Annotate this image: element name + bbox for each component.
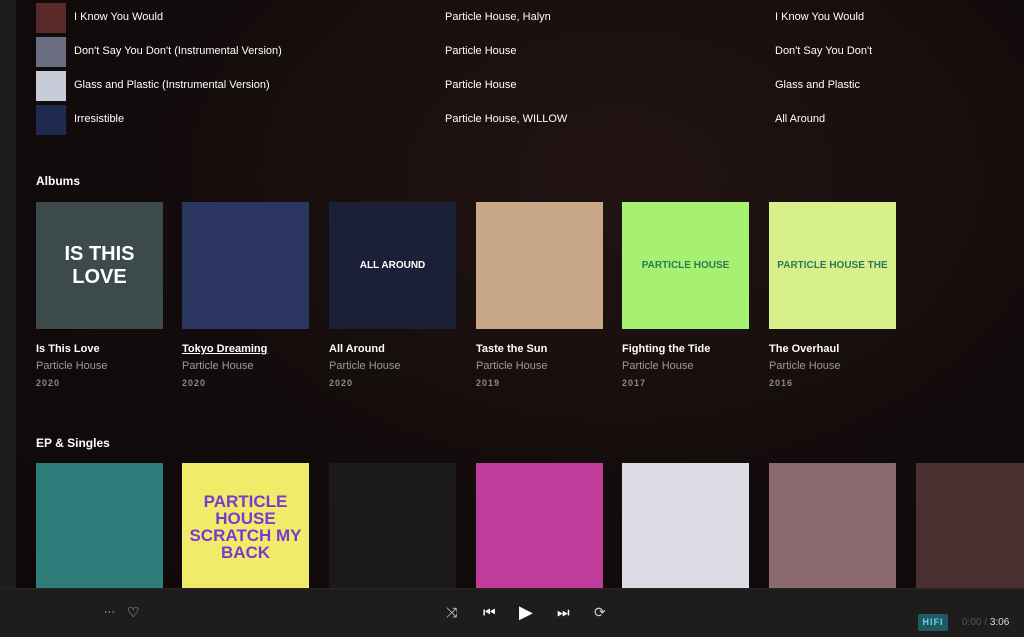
favorite-heart-icon[interactable]: ♡ xyxy=(127,602,140,622)
track-row[interactable]: I Know You Would Particle House, Halyn I… xyxy=(36,3,996,33)
album-title[interactable]: Tokyo Dreaming xyxy=(182,343,309,355)
album-artist[interactable]: Particle House xyxy=(182,360,309,372)
album-cover[interactable] xyxy=(182,202,309,329)
ep-card[interactable] xyxy=(36,463,163,588)
ep-cover[interactable]: PARTICLE HOUSE SCRATCH MY BACK xyxy=(182,463,309,588)
track-album[interactable]: Glass and Plastic xyxy=(775,79,860,91)
ep-cover[interactable] xyxy=(476,463,603,588)
playback-time: 0:00 / 3:06 xyxy=(962,617,1009,628)
album-title[interactable]: All Around xyxy=(329,343,456,355)
album-artist[interactable]: Particle House xyxy=(622,360,749,372)
ep-cover[interactable] xyxy=(916,463,1024,588)
sidebar xyxy=(0,0,16,588)
album-year: 2016 xyxy=(769,378,794,388)
track-thumbnail xyxy=(36,71,66,101)
track-title[interactable]: Glass and Plastic (Instrumental Version) xyxy=(74,79,270,91)
album-year: 2017 xyxy=(622,378,647,388)
album-artist[interactable]: Particle House xyxy=(329,360,456,372)
album-cover[interactable]: ALL AROUND xyxy=(329,202,456,329)
ep-cover[interactable] xyxy=(36,463,163,588)
track-title[interactable]: I Know You Would xyxy=(74,11,163,23)
album-card[interactable]: Taste the Sun Particle House 2019 xyxy=(476,202,603,388)
track-thumbnail xyxy=(36,105,66,135)
track-artist[interactable]: Particle House, Halyn xyxy=(445,11,551,23)
track-album[interactable]: Don't Say You Don't xyxy=(775,45,872,57)
shuffle-icon[interactable]: ⤨ xyxy=(446,602,457,622)
album-title[interactable]: The Overhaul xyxy=(769,343,896,355)
album-card[interactable]: Tokyo Dreaming Particle House 2020 xyxy=(182,202,309,388)
track-row[interactable]: Glass and Plastic (Instrumental Version)… xyxy=(36,71,996,101)
album-card[interactable]: PARTICLE HOUSE THE The Overhaul Particle… xyxy=(769,202,896,388)
album-year: 2020 xyxy=(36,378,61,388)
track-thumbnail xyxy=(36,37,66,67)
ep-card[interactable] xyxy=(329,463,456,588)
album-year: 2019 xyxy=(476,378,501,388)
track-title[interactable]: Irresistible xyxy=(74,113,124,125)
cover-art-text: PARTICLE HOUSE SCRATCH MY BACK xyxy=(189,491,302,562)
elapsed-time: 0:00 xyxy=(962,617,982,628)
track-artist[interactable]: Particle House xyxy=(445,45,517,57)
track-album[interactable]: I Know You Would xyxy=(775,11,864,23)
ep-cover[interactable] xyxy=(622,463,749,588)
more-options-button[interactable]: ··· xyxy=(104,602,115,622)
track-row[interactable]: Irresistible Particle House, WILLOW All … xyxy=(36,105,996,135)
album-year: 2020 xyxy=(182,378,207,388)
album-title[interactable]: Is This Love xyxy=(36,343,163,355)
track-artist[interactable]: Particle House xyxy=(445,79,517,91)
track-artist[interactable]: Particle House, WILLOW xyxy=(445,113,567,125)
cover-art-text: ALL AROUND xyxy=(359,260,426,271)
time-separator: / xyxy=(984,617,988,628)
album-artist[interactable]: Particle House xyxy=(476,360,603,372)
cover-art-text: PARTICLE HOUSE THE xyxy=(777,260,888,271)
track-album[interactable]: All Around xyxy=(775,113,825,125)
album-cover[interactable]: IS THIS LOVE xyxy=(36,202,163,329)
ep-card[interactable] xyxy=(916,463,1024,588)
eps-heading: EP & Singles xyxy=(36,436,110,450)
album-artist[interactable]: Particle House xyxy=(36,360,163,372)
album-cover[interactable] xyxy=(476,202,603,329)
play-icon[interactable]: ▶ xyxy=(519,602,533,622)
ep-cover[interactable] xyxy=(769,463,896,588)
album-artist[interactable]: Particle House xyxy=(769,360,896,372)
cover-art-text: PARTICLE HOUSE xyxy=(641,260,730,271)
album-card[interactable]: PARTICLE HOUSE Fighting the Tide Particl… xyxy=(622,202,749,388)
ep-card[interactable]: PARTICLE HOUSE SCRATCH MY BACK xyxy=(182,463,309,588)
track-row[interactable]: Don't Say You Don't (Instrumental Versio… xyxy=(36,37,996,67)
album-card[interactable]: ALL AROUND All Around Particle House 202… xyxy=(329,202,456,388)
track-thumbnail xyxy=(36,3,66,33)
quality-badge[interactable]: HIFI xyxy=(918,614,948,631)
albums-heading: Albums xyxy=(36,174,81,188)
ep-card[interactable] xyxy=(476,463,603,588)
album-title[interactable]: Taste the Sun xyxy=(476,343,603,355)
album-cover[interactable]: PARTICLE HOUSE THE xyxy=(769,202,896,329)
ep-card[interactable] xyxy=(622,463,749,588)
album-title[interactable]: Fighting the Tide xyxy=(622,343,749,355)
duration: 3:06 xyxy=(989,617,1010,628)
cover-art-text: IS THIS LOVE xyxy=(64,242,135,288)
ep-card[interactable] xyxy=(769,463,896,588)
previous-icon[interactable]: ⏮ xyxy=(483,602,496,622)
repeat-icon[interactable]: ⟳ xyxy=(594,602,606,622)
ep-cover[interactable] xyxy=(329,463,456,588)
track-title[interactable]: Don't Say You Don't (Instrumental Versio… xyxy=(74,45,282,57)
next-icon[interactable]: ⏭ xyxy=(557,602,570,622)
player-bar xyxy=(0,588,1024,637)
album-card[interactable]: IS THIS LOVE Is This Love Particle House… xyxy=(36,202,163,388)
album-year: 2020 xyxy=(329,378,354,388)
album-cover[interactable]: PARTICLE HOUSE xyxy=(622,202,749,329)
